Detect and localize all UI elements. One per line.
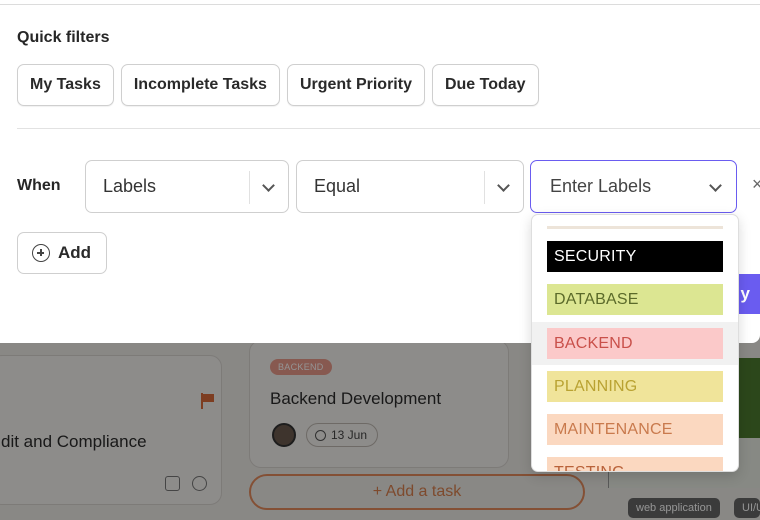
operator-select[interactable]: Equal: [296, 160, 524, 213]
chip-urgent-priority[interactable]: Urgent Priority: [286, 64, 425, 106]
label-value-placeholder: Enter Labels: [550, 176, 652, 196]
chevron-down-icon: [262, 179, 275, 192]
chevron-down-icon: [709, 179, 722, 192]
option-row-testing[interactable]: TESTING: [532, 451, 738, 471]
quick-filter-chips: My Tasks Incomplete Tasks Urgent Priorit…: [17, 64, 539, 106]
option-row-backend[interactable]: BACKEND: [532, 322, 738, 365]
when-label: When: [17, 177, 61, 194]
add-condition-label: Add: [58, 243, 92, 262]
option-row-maintenance[interactable]: MAINTENANCE: [532, 408, 738, 451]
label-dropdown-menu: SECURITY DATABASE BACKEND PLANNING MAINT…: [531, 214, 739, 472]
divider: [17, 128, 760, 129]
add-condition-button[interactable]: Add: [17, 232, 107, 274]
label-option-maintenance[interactable]: MAINTENANCE: [547, 414, 723, 445]
label-option-database[interactable]: DATABASE: [547, 284, 723, 315]
chip-incomplete-tasks[interactable]: Incomplete Tasks: [120, 64, 280, 106]
chip-due-today[interactable]: Due Today: [431, 64, 539, 106]
option-row-database[interactable]: DATABASE: [532, 278, 738, 321]
label-option-backend[interactable]: BACKEND: [547, 328, 723, 359]
label-option-testing[interactable]: TESTING: [547, 457, 723, 471]
option-row-planning[interactable]: PLANNING: [532, 365, 738, 408]
field-select[interactable]: Labels: [85, 160, 289, 213]
operator-select-value: Equal: [314, 176, 361, 196]
field-select-value: Labels: [103, 176, 157, 196]
option-row-security[interactable]: SECURITY: [532, 235, 738, 278]
chip-my-tasks[interactable]: My Tasks: [17, 64, 114, 106]
remove-condition-icon[interactable]: ×: [752, 174, 760, 195]
chevron-down-icon: [497, 179, 510, 192]
plus-circle-icon: [32, 244, 50, 262]
quick-filters-heading: Quick filters: [17, 29, 110, 46]
label-value-select[interactable]: Enter Labels: [530, 160, 737, 213]
label-option-security[interactable]: SECURITY: [547, 241, 723, 272]
label-option-planning[interactable]: PLANNING: [547, 371, 723, 402]
